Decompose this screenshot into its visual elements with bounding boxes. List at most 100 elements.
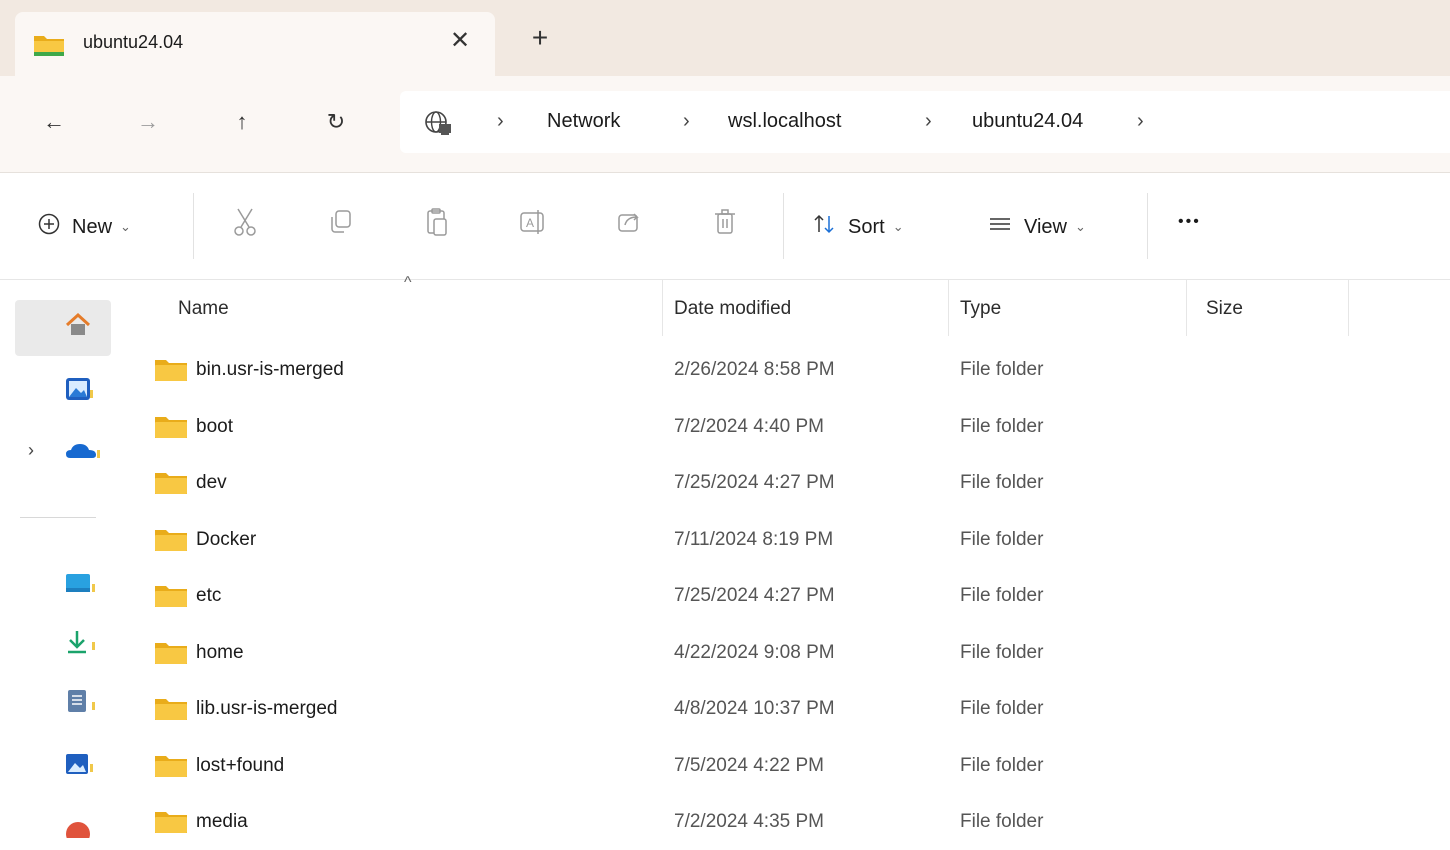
delete-icon[interactable]: [708, 205, 742, 239]
breadcrumb-separator: ›: [497, 110, 504, 132]
column-divider[interactable]: [1348, 280, 1349, 336]
sort-ascending-caret-icon: ^: [404, 274, 412, 291]
file-date-modified: 7/25/2024 4:27 PM: [674, 585, 835, 606]
share-icon[interactable]: [612, 205, 646, 239]
file-name: etc: [196, 585, 222, 606]
folder-icon: [154, 471, 188, 500]
table-row[interactable]: media 7/2/2024 4:35 PM File folder: [118, 794, 1450, 850]
paste-icon[interactable]: [420, 205, 454, 239]
breadcrumb-ubuntu[interactable]: ubuntu24.04: [972, 110, 1083, 133]
file-date-modified: 7/2/2024 4:40 PM: [674, 415, 824, 437]
pictures-icon[interactable]: [64, 752, 94, 783]
file-name: bin.usr-is-merged: [196, 359, 344, 380]
file-type: File folder: [960, 754, 1044, 776]
music-icon[interactable]: [64, 820, 94, 846]
file-type: File folder: [960, 698, 1044, 719]
refresh-button[interactable]: ↻: [318, 104, 354, 140]
breadcrumb-wsl-localhost[interactable]: wsl.localhost: [728, 110, 841, 133]
file-type: File folder: [960, 811, 1044, 832]
tab-title: ubuntu24.04: [83, 32, 184, 52]
documents-icon[interactable]: [66, 688, 96, 719]
nav-divider: [20, 517, 96, 518]
navigation-pane: ›: [0, 280, 118, 846]
column-divider[interactable]: [662, 280, 663, 336]
column-divider[interactable]: [948, 280, 949, 336]
desktop-icon[interactable]: [64, 572, 96, 601]
file-type: File folder: [960, 472, 1044, 493]
gallery-icon[interactable]: [64, 376, 94, 409]
table-row[interactable]: dev 7/25/2024 4:27 PM File folder: [118, 455, 1450, 511]
column-size[interactable]: Size: [1206, 298, 1243, 320]
address-bar[interactable]: › Network › wsl.localhost › ubuntu24.04 …: [400, 91, 1450, 153]
divider: [1147, 193, 1148, 259]
divider: [783, 193, 784, 259]
breadcrumb-separator[interactable]: ›: [1137, 110, 1144, 133]
downloads-icon[interactable]: [64, 628, 96, 661]
file-name: media: [196, 811, 248, 832]
svg-text:A: A: [526, 216, 534, 230]
table-row[interactable]: bin.usr-is-merged 2/26/2024 8:58 PM File f…: [118, 342, 1450, 398]
column-type[interactable]: Type: [960, 298, 1001, 320]
close-tab-button[interactable]: ✕: [445, 26, 475, 56]
file-date-modified: 4/8/2024 10:37 PM: [674, 698, 835, 719]
table-row[interactable]: home 4/22/2024 9:08 PM File folder: [118, 625, 1450, 681]
network-globe-icon: [424, 110, 452, 141]
file-date-modified: 2/26/2024 8:58 PM: [674, 359, 835, 380]
chevron-down-icon: ⌄: [1075, 219, 1086, 234]
chevron-down-icon: ⌄: [120, 219, 131, 234]
file-type: File folder: [960, 528, 1044, 550]
tab-ubuntu[interactable]: ubuntu24.04 ✕: [15, 12, 495, 76]
table-row[interactable]: boot 7/2/2024 4:40 PM File folder: [118, 399, 1450, 455]
up-button[interactable]: ↑: [224, 104, 260, 140]
file-name: Docker: [196, 528, 257, 550]
table-row[interactable]: Docker 7/11/2024 8:19 PM File folder: [118, 512, 1450, 568]
folder-icon: [154, 415, 188, 444]
file-date-modified: 7/11/2024 8:19 PM: [674, 528, 834, 550]
more-options-button[interactable]: •••: [1178, 213, 1201, 231]
cut-icon[interactable]: [228, 205, 262, 239]
breadcrumb-network[interactable]: Network: [547, 110, 620, 133]
sort-arrows-icon: [812, 213, 848, 241]
navigation-bar: ← → ↑ ↻ › Network › wsl.localhost › ubun…: [0, 76, 1450, 173]
folder-icon: [33, 32, 65, 63]
table-row[interactable]: etc 7/25/2024 4:27 PM File folder: [118, 568, 1450, 624]
column-date-modified[interactable]: Date modified: [674, 298, 791, 320]
onedrive-cloud-icon[interactable]: [64, 440, 102, 467]
tab-strip: ubuntu24.04 ✕ +: [0, 0, 1450, 76]
new-tab-button[interactable]: +: [522, 20, 558, 56]
expand-chevron-icon[interactable]: ›: [28, 440, 34, 461]
view-button[interactable]: View ⌄: [988, 213, 1086, 241]
table-row[interactable]: lib.usr-is-merged 4/8/2024 10:37 PM File f…: [118, 681, 1450, 737]
folder-icon: [154, 810, 188, 839]
new-label: New: [72, 215, 113, 238]
file-type: File folder: [960, 359, 1044, 380]
file-date-modified: 7/5/2024 4:22 PM: [674, 754, 824, 776]
new-button[interactable]: New ⌄: [38, 213, 131, 241]
rename-icon[interactable]: A: [516, 205, 550, 239]
home-icon: [64, 312, 92, 343]
command-bar: New ⌄ A Sort ⌄ View ⌄ •••: [0, 173, 1450, 280]
column-divider[interactable]: [1186, 280, 1187, 336]
breadcrumb-separator[interactable]: ›: [925, 110, 932, 133]
breadcrumb-separator[interactable]: ›: [683, 110, 690, 133]
folder-icon: [154, 584, 188, 613]
nav-item-home[interactable]: [15, 300, 111, 356]
view-label: View: [1024, 215, 1067, 238]
chevron-down-icon: ⌄: [892, 219, 904, 234]
file-type: File folder: [960, 415, 1044, 437]
file-date-modified: 4/22/2024 9:08 PM: [674, 641, 835, 663]
table-row[interactable]: lost+found 7/5/2024 4:22 PM File folder: [118, 738, 1450, 794]
file-name: home: [196, 641, 244, 663]
column-header: ^ Name Date modified Type Size: [118, 274, 1450, 342]
column-name[interactable]: Name: [178, 298, 229, 320]
folder-icon: [154, 358, 188, 387]
file-date-modified: 7/25/2024 4:27 PM: [674, 472, 835, 493]
file-type: File folder: [960, 641, 1044, 663]
file-name: lib.usr-is-merged: [196, 698, 338, 719]
back-button[interactable]: ←: [36, 104, 72, 140]
file-name: boot: [196, 415, 233, 437]
folder-icon: [154, 528, 188, 557]
sort-button[interactable]: Sort ⌄: [812, 213, 904, 241]
forward-button[interactable]: →: [130, 104, 166, 140]
copy-icon[interactable]: [324, 205, 358, 239]
